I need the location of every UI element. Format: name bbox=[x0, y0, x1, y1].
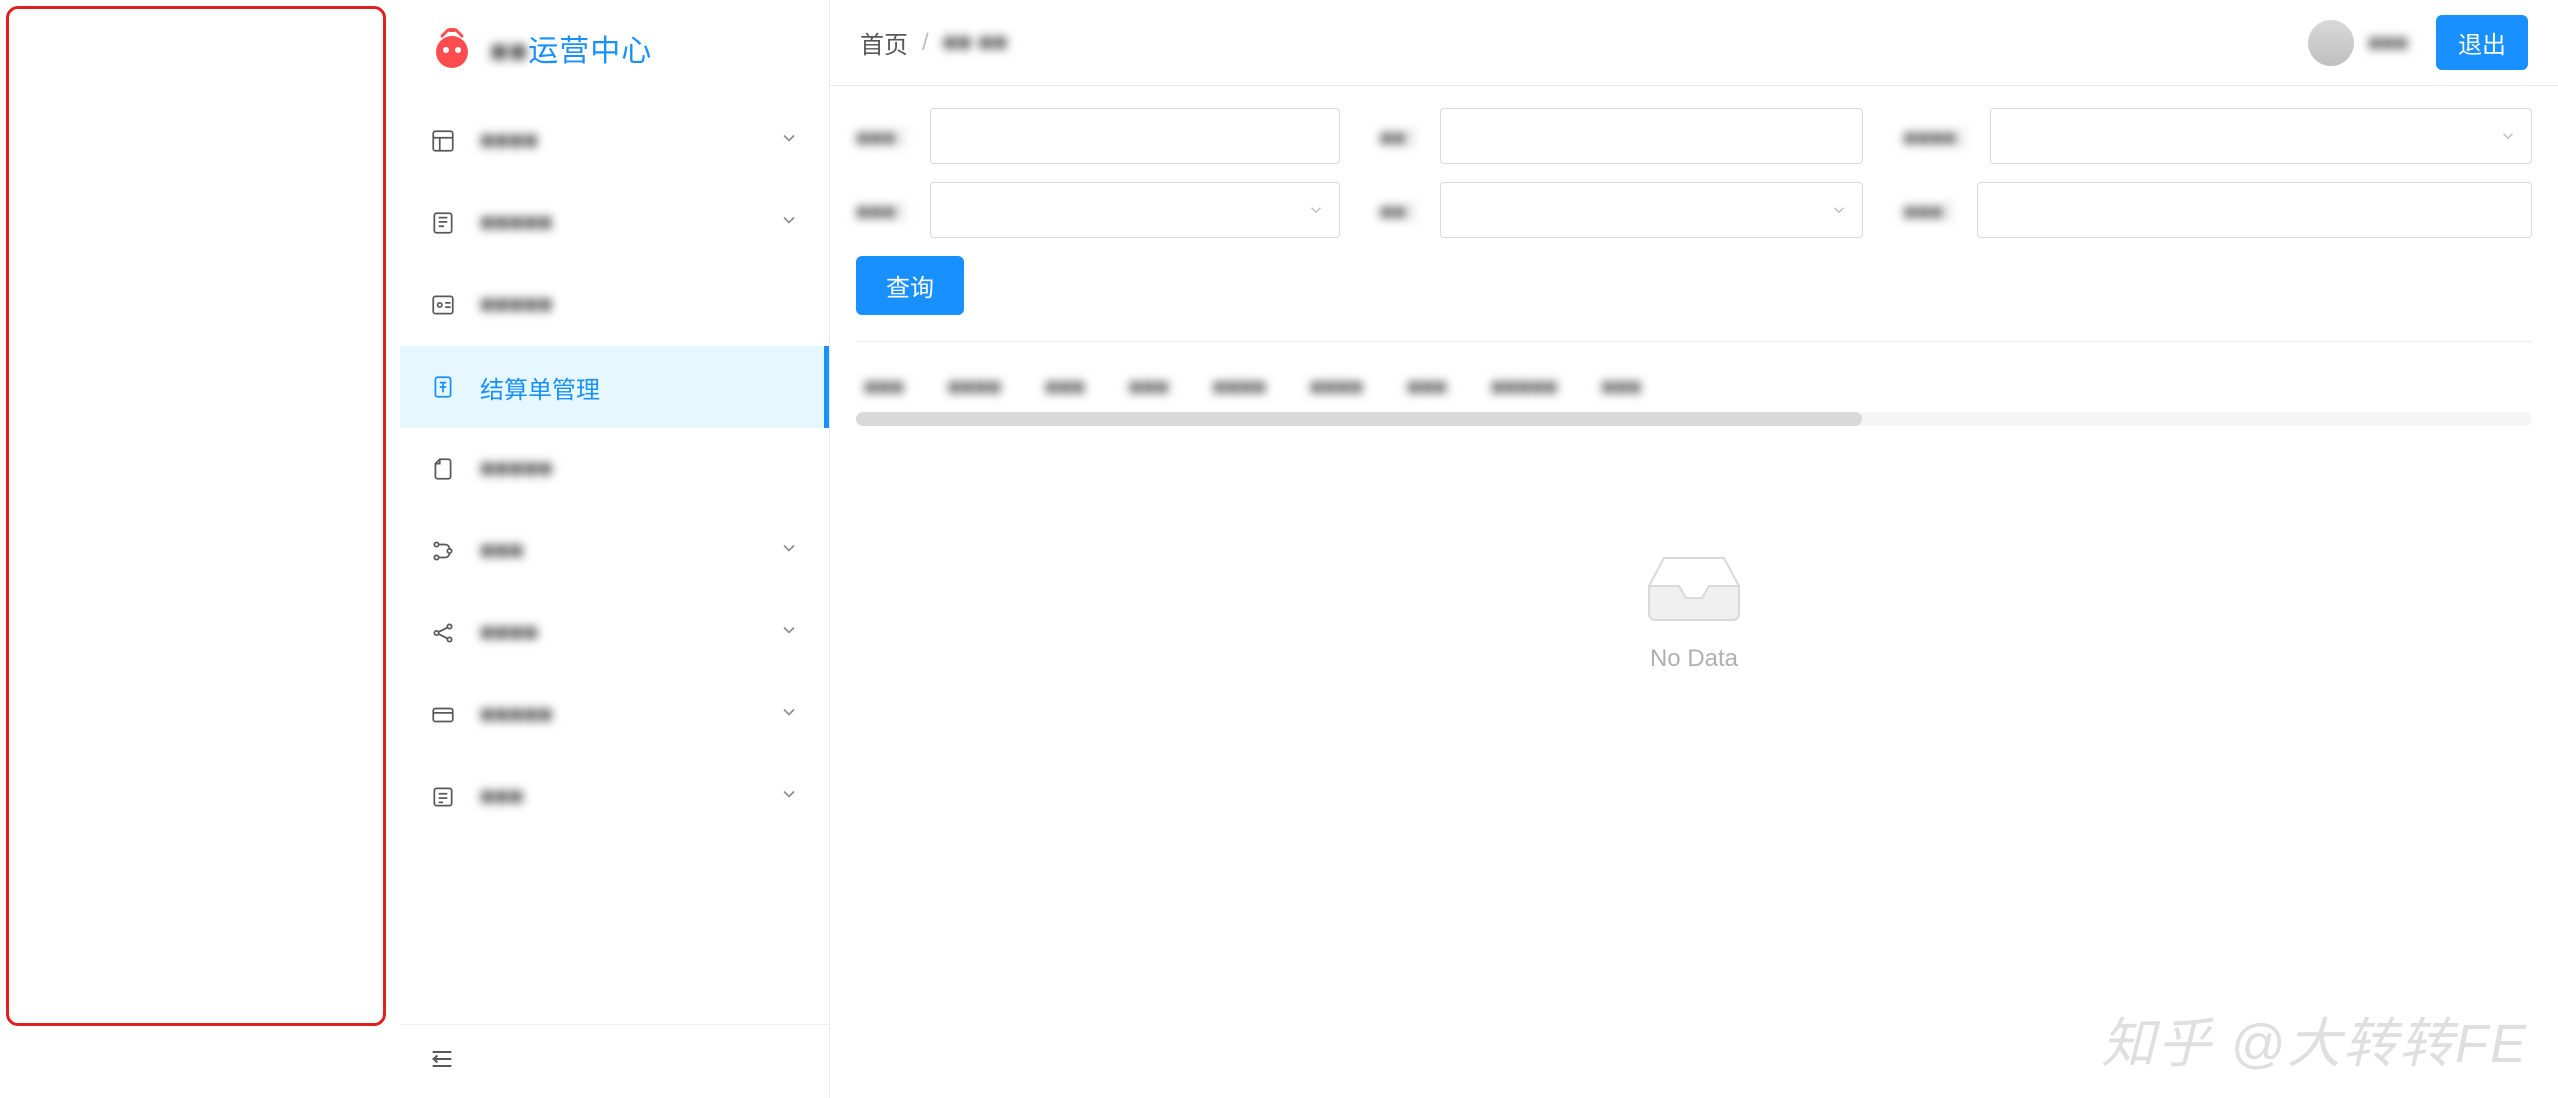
sidebar-item-8[interactable]: ■■■ bbox=[400, 756, 829, 838]
menu-icon bbox=[428, 290, 458, 320]
sidebar-item-2[interactable]: ■■■■■ bbox=[400, 264, 829, 346]
app-logo-icon bbox=[428, 24, 476, 72]
filter-label: ■■■： bbox=[856, 120, 918, 152]
filter-field-3: ■■■： bbox=[856, 182, 1340, 238]
sidebar-item-5[interactable]: ■■■ bbox=[400, 510, 829, 592]
app-title: ■■运营中心 bbox=[490, 26, 652, 70]
sidebar-item-0[interactable]: ■■■■ bbox=[400, 100, 829, 182]
breadcrumb-current: ■■ ■■ bbox=[943, 29, 1008, 57]
sidebar-item-label: ■■■ bbox=[480, 783, 779, 811]
filter-select-3[interactable] bbox=[930, 182, 1340, 238]
chevron-down-icon bbox=[779, 701, 799, 729]
menu-icon bbox=[428, 208, 458, 238]
filter-field-1: ■■： bbox=[1380, 108, 1864, 164]
sidebar-item-label: 结算单管理 bbox=[480, 370, 799, 405]
filter-field-4: ■■： bbox=[1380, 182, 1864, 238]
filter-field-2: ■■■■： bbox=[1903, 108, 2532, 164]
menu-icon bbox=[428, 454, 458, 484]
share-icon bbox=[428, 618, 458, 648]
filter-label: ■■： bbox=[1380, 120, 1429, 152]
menu-icon bbox=[428, 782, 458, 812]
table-header-cell: ■■■ bbox=[1407, 374, 1447, 400]
breadcrumb-separator: / bbox=[922, 29, 929, 57]
menu-icon bbox=[428, 536, 458, 566]
sidebar-item-label: ■■■■ bbox=[480, 127, 779, 155]
content: ■■■： ■■： ■■■■： ■■■： ■■： bbox=[830, 86, 2558, 1098]
breadcrumb-home[interactable]: 首页 bbox=[860, 25, 908, 60]
topbar: 首页 / ■■ ■■ ■■■ 退出 bbox=[830, 0, 2558, 86]
sidebar-item-label: ■■■■ bbox=[480, 619, 779, 647]
table-header-cell: ■■■■ bbox=[1213, 374, 1266, 400]
table-header-cell: ■■■■ bbox=[948, 374, 1001, 400]
sidebar-item-label: ■■■■■ bbox=[480, 291, 799, 319]
sidebar-item-label: ■■■■■ bbox=[480, 209, 779, 237]
empty-state: No Data bbox=[856, 426, 2532, 673]
filter-input-5[interactable] bbox=[1977, 182, 2532, 238]
settlement-icon bbox=[428, 372, 458, 402]
filter-field-0: ■■■： bbox=[856, 108, 1340, 164]
table-area: ■■■ ■■■■ ■■■ ■■■ ■■■■ ■■■■ ■■■ ■■■■■ ■■■… bbox=[856, 360, 2532, 673]
sidebar-item-label: ■■■■■ bbox=[480, 701, 779, 729]
filter-form: ■■■： ■■： ■■■■： ■■■： ■■： bbox=[856, 108, 2532, 342]
card-icon bbox=[428, 700, 458, 730]
chevron-down-icon bbox=[779, 537, 799, 565]
filter-input-1[interactable] bbox=[1440, 108, 1863, 164]
logout-button[interactable]: 退出 bbox=[2436, 15, 2528, 70]
collapse-sidebar-icon[interactable] bbox=[428, 1060, 456, 1077]
filter-select-2[interactable] bbox=[1990, 108, 2532, 164]
sidebar-header: ■■运营中心 bbox=[400, 0, 829, 100]
sidebar-item-settlement[interactable]: 结算单管理 bbox=[400, 346, 829, 428]
sidebar-item-6[interactable]: ■■■■ bbox=[400, 592, 829, 674]
table-header-row: ■■■ ■■■■ ■■■ ■■■ ■■■■ ■■■■ ■■■ ■■■■■ ■■■ bbox=[856, 360, 2532, 410]
chevron-down-icon bbox=[779, 619, 799, 647]
filter-select-4[interactable] bbox=[1440, 182, 1863, 238]
username: ■■■ bbox=[2368, 30, 2408, 56]
filter-field-5: ■■■： bbox=[1903, 182, 2532, 238]
sidebar-item-label: ■■■ bbox=[480, 537, 779, 565]
user-block[interactable]: ■■■ bbox=[2308, 20, 2408, 66]
horizontal-scrollbar[interactable] bbox=[856, 412, 2532, 426]
table-header-cell: ■■■■ bbox=[1310, 374, 1363, 400]
main-area: 首页 / ■■ ■■ ■■■ 退出 ■■■： ■■： ■■■■： bbox=[830, 0, 2558, 1098]
empty-text: No Data bbox=[856, 645, 2532, 673]
filter-label: ■■■■： bbox=[1903, 120, 1978, 152]
sidebar-footer bbox=[400, 1024, 829, 1098]
breadcrumb: 首页 / ■■ ■■ bbox=[860, 25, 1007, 60]
table-header-cell: ■■■■■ bbox=[1491, 374, 1557, 400]
chevron-down-icon bbox=[779, 209, 799, 237]
sidebar: ■■运营中心 ■■■■ ■■■■■ ■■■■■ 结算单管理 ■■■■■ ■■■ bbox=[400, 0, 830, 1098]
table-header-cell: ■■■ bbox=[1601, 374, 1641, 400]
table-header-cell: ■■■ bbox=[1045, 374, 1085, 400]
chevron-down-icon bbox=[779, 783, 799, 811]
filter-input-0[interactable] bbox=[930, 108, 1340, 164]
sidebar-menu: ■■■■ ■■■■■ ■■■■■ 结算单管理 ■■■■■ ■■■ ■■■■ bbox=[400, 100, 829, 1024]
inbox-icon bbox=[1634, 536, 1754, 626]
menu-icon bbox=[428, 126, 458, 156]
sidebar-item-4[interactable]: ■■■■■ bbox=[400, 428, 829, 510]
chevron-down-icon bbox=[779, 127, 799, 155]
filter-label: ■■： bbox=[1380, 194, 1429, 226]
filter-label: ■■■： bbox=[1903, 194, 1965, 226]
table-header-cell: ■■■ bbox=[864, 374, 904, 400]
search-button[interactable]: 查询 bbox=[856, 256, 964, 315]
filter-label: ■■■： bbox=[856, 194, 918, 226]
sidebar-item-7[interactable]: ■■■■■ bbox=[400, 674, 829, 756]
avatar bbox=[2308, 20, 2354, 66]
table-header-cell: ■■■ bbox=[1129, 374, 1169, 400]
sidebar-item-label: ■■■■■ bbox=[480, 455, 799, 483]
annotation-outline-box bbox=[6, 6, 386, 1026]
sidebar-item-1[interactable]: ■■■■■ bbox=[400, 182, 829, 264]
